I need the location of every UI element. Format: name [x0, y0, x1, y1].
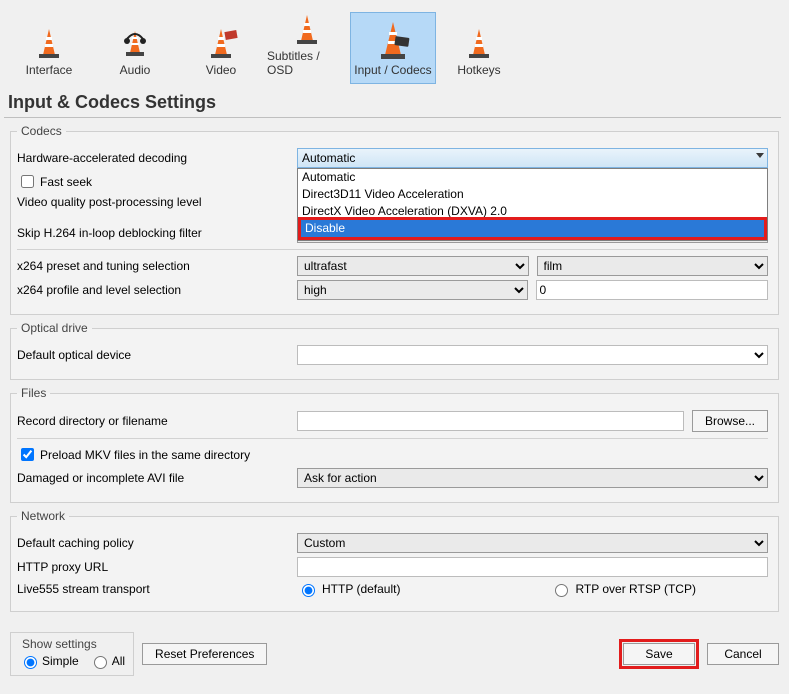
skip-h264-label: Skip H.264 in-loop deblocking filter — [17, 226, 297, 240]
x264-tune-select[interactable]: film — [537, 256, 769, 276]
tab-subtitles-osd[interactable]: Subtitles / OSD — [264, 4, 350, 84]
vqpp-label: Video quality post-processing level — [17, 195, 297, 209]
default-optical-select[interactable] — [297, 345, 768, 365]
tab-label: Video — [206, 63, 236, 77]
caching-select[interactable]: Custom — [297, 533, 768, 553]
cone-icon — [461, 25, 497, 61]
reset-preferences-button[interactable]: Reset Preferences — [142, 643, 267, 665]
live555-label: Live555 stream transport — [17, 582, 297, 596]
hw-decode-option-d3d11[interactable]: Direct3D11 Video Acceleration — [298, 186, 767, 203]
save-button[interactable]: Save — [623, 643, 695, 665]
tab-hotkeys[interactable]: Hotkeys — [436, 18, 522, 84]
live555-rtp-radio-input[interactable] — [555, 584, 568, 597]
x264-preset-select[interactable]: ultrafast — [297, 256, 529, 276]
default-optical-label: Default optical device — [17, 348, 297, 362]
group-legend: Codecs — [17, 124, 66, 138]
proxy-input[interactable] — [297, 557, 768, 577]
cone-headphones-icon — [117, 25, 153, 61]
hw-decode-label: Hardware-accelerated decoding — [17, 151, 297, 165]
category-toolbar: Interface Audio Video Subtitles / OSD In… — [0, 0, 789, 84]
group-codecs: Codecs Hardware-accelerated decoding Aut… — [10, 124, 779, 315]
hw-decode-option-dxva2[interactable]: DirectX Video Acceleration (DXVA) 2.0 — [298, 203, 767, 217]
hw-decode-option-automatic[interactable]: Automatic — [298, 169, 767, 186]
x264-profile-label: x264 profile and level selection — [17, 283, 297, 297]
tab-label: Subtitles / OSD — [267, 49, 347, 77]
live555-rtp-radio[interactable]: RTP over RTSP (TCP) — [550, 581, 695, 597]
cone-icon — [31, 25, 67, 61]
tab-label: Input / Codecs — [354, 63, 431, 77]
group-legend: Network — [17, 509, 69, 523]
group-network: Network Default caching policy Custom HT… — [10, 509, 779, 612]
damaged-avi-select[interactable]: Ask for action — [297, 468, 768, 488]
show-settings-simple-radio[interactable]: Simple — [19, 653, 79, 669]
group-legend: Optical drive — [17, 321, 92, 335]
browse-button[interactable]: Browse... — [692, 410, 768, 432]
fast-seek-checkbox[interactable]: Fast seek — [17, 172, 297, 191]
record-dir-label: Record directory or filename — [17, 414, 297, 428]
tab-label: Audio — [120, 63, 151, 77]
group-files: Files Record directory or filename Brows… — [10, 386, 779, 503]
cone-icon — [289, 11, 325, 47]
cone-clapper-icon — [203, 25, 239, 61]
cone-card-icon — [372, 19, 414, 61]
tab-label: Hotkeys — [457, 63, 500, 77]
group-legend: Files — [17, 386, 50, 400]
hw-decode-popup: Automatic Direct3D11 Video Acceleration … — [297, 168, 768, 241]
preload-mkv-checkbox-input[interactable] — [21, 448, 34, 461]
live555-http-radio[interactable]: HTTP (default) — [297, 581, 400, 597]
hw-decode-option-disable[interactable]: Disable — [298, 217, 767, 240]
caching-label: Default caching policy — [17, 536, 297, 550]
x264-level-input[interactable] — [536, 280, 769, 300]
footer: Show settings Simple All Reset Preferenc… — [0, 624, 789, 688]
show-settings-all-radio[interactable]: All — [89, 653, 125, 669]
record-dir-input[interactable] — [297, 411, 684, 431]
tab-video[interactable]: Video — [178, 18, 264, 84]
preload-mkv-checkbox[interactable]: Preload MKV files in the same directory — [17, 445, 250, 464]
group-optical: Optical drive Default optical device — [10, 321, 779, 380]
show-settings-box: Show settings Simple All — [10, 632, 134, 676]
x264-profile-select[interactable]: high — [297, 280, 528, 300]
show-settings-legend: Show settings — [19, 637, 100, 651]
save-highlight: Save — [619, 639, 699, 669]
hw-decode-dropdown[interactable]: Automatic Automatic Direct3D11 Video Acc… — [297, 148, 768, 168]
tab-label: Interface — [26, 63, 73, 77]
proxy-label: HTTP proxy URL — [17, 560, 297, 574]
fast-seek-checkbox-input[interactable] — [21, 175, 34, 188]
hw-decode-value: Automatic — [302, 151, 355, 165]
damaged-avi-label: Damaged or incomplete AVI file — [17, 471, 297, 485]
fast-seek-label: Fast seek — [40, 175, 92, 189]
chevron-down-icon — [756, 153, 764, 158]
tab-audio[interactable]: Audio — [92, 18, 178, 84]
tab-interface[interactable]: Interface — [6, 18, 92, 84]
cancel-button[interactable]: Cancel — [707, 643, 779, 665]
preload-mkv-label: Preload MKV files in the same directory — [40, 448, 250, 462]
tab-input-codecs[interactable]: Input / Codecs — [350, 12, 436, 84]
page-title: Input & Codecs Settings — [4, 84, 781, 118]
live555-http-radio-input[interactable] — [302, 584, 315, 597]
x264-preset-label: x264 preset and tuning selection — [17, 259, 297, 273]
